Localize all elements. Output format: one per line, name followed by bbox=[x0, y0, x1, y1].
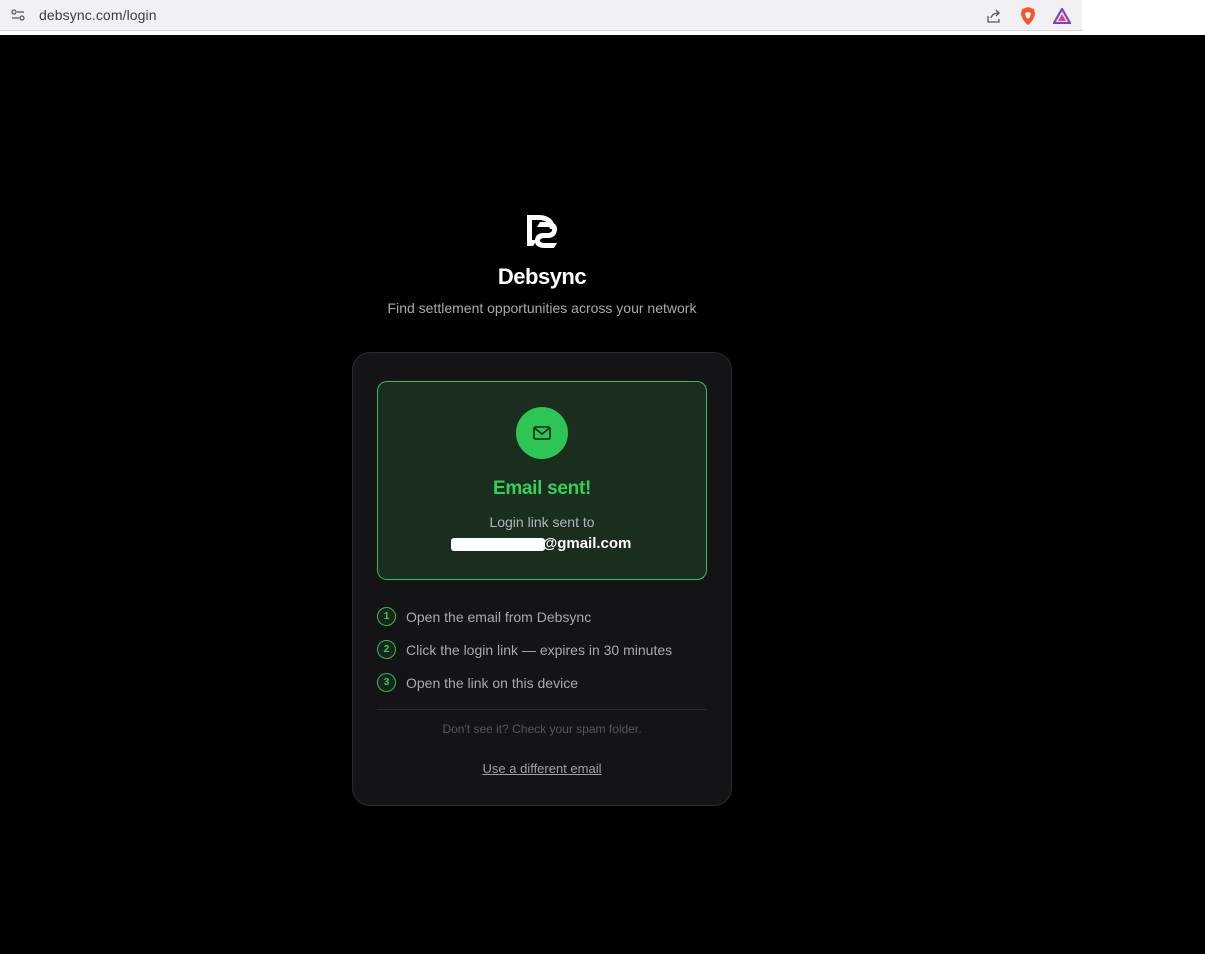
email-sent-title: Email sent! bbox=[492, 478, 592, 499]
step-item: 1 Open the email from Debsync bbox=[377, 600, 707, 633]
use-different-email-link[interactable]: Use a different email bbox=[483, 761, 602, 776]
site-settings-icon[interactable] bbox=[10, 7, 26, 23]
step-text: Open the link on this device bbox=[406, 674, 578, 691]
brand-header: Debsync Find settlement opportunities ac… bbox=[0, 212, 1084, 316]
step-item: 2 Click the login link — expires in 30 m… bbox=[377, 633, 707, 666]
debsync-logo bbox=[524, 212, 560, 250]
brand-tagline: Find settlement opportunities across you… bbox=[387, 300, 697, 316]
divider bbox=[377, 709, 707, 710]
spam-folder-note: Don't see it? Check your spam folder. bbox=[442, 722, 642, 736]
browser-bar-edge bbox=[1082, 0, 1205, 35]
browser-border bbox=[0, 31, 1205, 35]
mail-icon-circle bbox=[516, 407, 568, 459]
brave-shield-icon[interactable] bbox=[1018, 6, 1038, 26]
step-number: 1 bbox=[377, 607, 396, 626]
step-text: Open the email from Debsync bbox=[406, 608, 592, 625]
different-email-container: Use a different email bbox=[353, 760, 731, 778]
step-item: 3 Open the link on this device bbox=[377, 666, 707, 699]
mail-icon bbox=[533, 426, 551, 440]
brave-rewards-icon[interactable] bbox=[1052, 6, 1072, 26]
instruction-steps: 1 Open the email from Debsync 2 Click th… bbox=[377, 600, 707, 699]
step-number: 3 bbox=[377, 673, 396, 692]
sent-to-label: Login link sent to bbox=[489, 514, 595, 530]
browser-address-bar: debsync.com/login bbox=[0, 0, 1082, 31]
login-card: Email sent! Login link sent to @gmail.co… bbox=[352, 352, 732, 806]
brand-name: Debsync bbox=[497, 264, 587, 289]
email-sent-panel: Email sent! Login link sent to @gmail.co… bbox=[377, 381, 707, 580]
url-text[interactable]: debsync.com/login bbox=[39, 7, 157, 23]
recipient-email: @gmail.com bbox=[450, 535, 631, 552]
redaction-mark bbox=[450, 538, 545, 551]
step-text: Click the login link — expires in 30 min… bbox=[406, 641, 673, 658]
share-icon[interactable] bbox=[984, 6, 1004, 26]
step-number: 2 bbox=[377, 640, 396, 659]
